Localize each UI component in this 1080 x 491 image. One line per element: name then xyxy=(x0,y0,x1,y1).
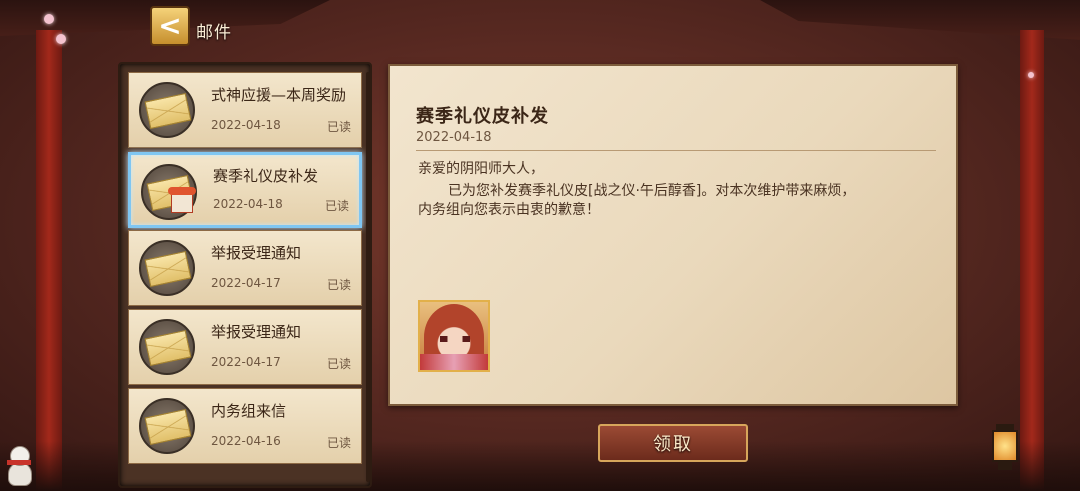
mail-status: 已读 xyxy=(326,278,351,292)
mail-list-item[interactable]: 式神应援—本周奖励 2022-04-18 已读 xyxy=(128,72,362,148)
mail-body-line: 已为您补发赛季礼仪皮[战之仪·午后醇香]。对本次维护带来麻烦， xyxy=(448,183,856,199)
page-title: 邮件 xyxy=(196,23,232,43)
mail-list-item[interactable]: 举报受理通知 2022-04-17 已读 xyxy=(128,230,362,306)
divider xyxy=(416,150,936,151)
mail-detail-title: 赛季礼仪皮补发 xyxy=(416,106,549,127)
pillar-right xyxy=(1020,30,1044,491)
mail-subject: 式神应援—本周奖励 xyxy=(211,86,347,104)
mail-date: 2022-04-16 xyxy=(211,434,281,448)
mail-subject: 内务组来信 xyxy=(211,402,287,420)
mail-subject: 赛季礼仪皮补发 xyxy=(213,167,319,185)
mail-date: 2022-04-18 xyxy=(213,197,283,211)
portrait-robe xyxy=(420,354,488,370)
claim-button[interactable]: 领取 xyxy=(598,424,748,462)
mail-list-item-selected[interactable]: 赛季礼仪皮补发 2022-04-18 已读 xyxy=(128,152,362,228)
mail-list-item[interactable]: 举报受理通知 2022-04-17 已读 xyxy=(128,309,362,385)
reward-item-slot[interactable] xyxy=(418,300,490,372)
mail-list-scrollbar[interactable] xyxy=(366,72,370,482)
mail-detail-date: 2022-04-18 xyxy=(416,130,492,145)
lantern-icon xyxy=(990,424,1020,470)
blossom-icon xyxy=(56,34,66,44)
mail-status: 已读 xyxy=(326,436,351,450)
mail-status: 已读 xyxy=(326,120,351,134)
mascot-icon[interactable] xyxy=(4,446,34,486)
mail-date: 2022-04-17 xyxy=(211,276,281,290)
mail-detail-panel: 赛季礼仪皮补发 2022-04-18 亲爱的阴阳师大人， 已为您补发赛季礼仪皮[… xyxy=(388,64,958,406)
mail-date: 2022-04-17 xyxy=(211,355,281,369)
back-button[interactable]: < xyxy=(150,6,190,46)
mail-status: 已读 xyxy=(326,357,351,371)
mail-greeting: 亲爱的阴阳师大人， xyxy=(418,161,544,177)
mail-list-item[interactable]: 内务组来信 2022-04-16 已读 xyxy=(128,388,362,464)
chevron-left-icon: < xyxy=(158,9,182,42)
pillar-left xyxy=(36,30,62,491)
mail-subject: 举报受理通知 xyxy=(211,323,302,341)
portrait-eyes xyxy=(440,336,470,342)
mail-date: 2022-04-18 xyxy=(211,118,281,132)
gift-icon xyxy=(168,187,196,213)
mail-body-line: 内务组向您表示由衷的歉意！ xyxy=(418,202,600,218)
mail-subject: 举报受理通知 xyxy=(211,244,302,262)
mail-status: 已读 xyxy=(324,199,349,213)
blossom-icon xyxy=(44,14,54,24)
mail-list-panel: 式神应援—本周奖励 2022-04-18 已读 赛季礼仪皮补发 2022-04-… xyxy=(118,62,372,488)
blossom-icon xyxy=(1028,72,1034,78)
